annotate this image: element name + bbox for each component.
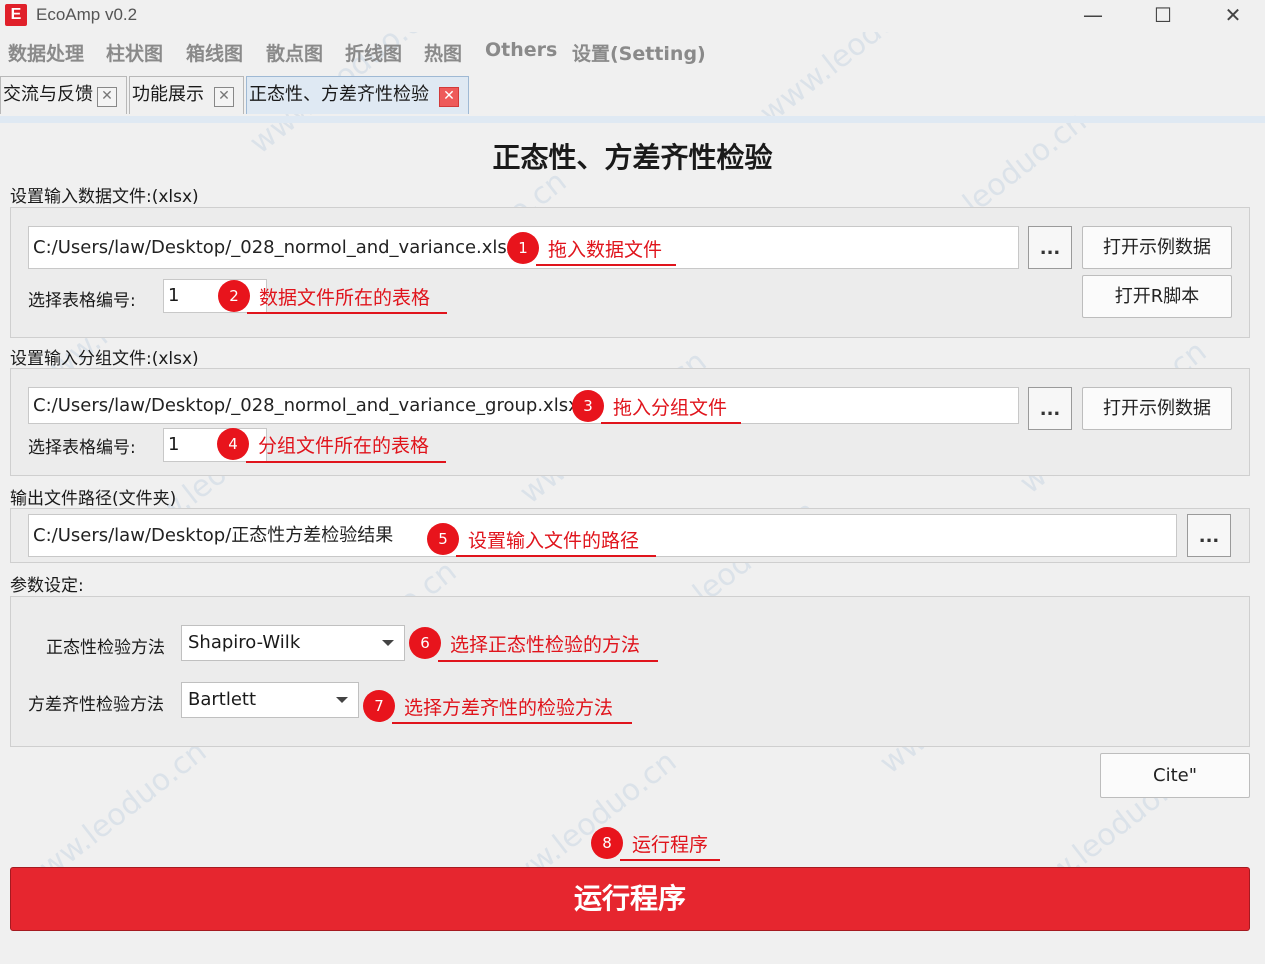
group-file-label: 设置输入分组文件:(xlsx)	[10, 349, 199, 369]
menu-data-processing[interactable]: 数据处理	[8, 39, 84, 66]
open-example-group-button[interactable]: 打开示例数据	[1082, 387, 1232, 430]
maximize-button[interactable]: ☐	[1128, 0, 1198, 32]
annotation-text: 数据文件所在的表格	[259, 287, 431, 309]
annotation-underline	[536, 264, 676, 266]
annotation-text: 拖入分组文件	[613, 397, 728, 419]
variance-method-select[interactable]: Bartlett	[181, 682, 359, 718]
normality-method-select[interactable]: Shapiro-Wilk	[181, 625, 405, 661]
open-r-script-button[interactable]: 打开R脚本	[1082, 275, 1232, 318]
menu-others[interactable]: Others	[485, 39, 557, 61]
group-file-path-input[interactable]: C:/Users/law/Desktop/_028_normol_and_var…	[28, 387, 1019, 424]
menu-line-chart[interactable]: 折线图	[345, 39, 402, 66]
tab-close-icon[interactable]: ✕	[439, 87, 459, 107]
close-window-button[interactable]: ✕	[1198, 0, 1265, 32]
page-title: 正态性、方差齐性检验	[492, 141, 773, 174]
run-program-button[interactable]: 运行程序	[10, 867, 1250, 931]
data-sheet-label: 选择表格编号:	[28, 291, 136, 311]
data-file-label: 设置输入数据文件:(xlsx)	[10, 187, 199, 207]
annotation-badge: 7	[363, 690, 395, 722]
params-group	[10, 596, 1250, 747]
chevron-down-icon	[382, 640, 394, 646]
annotation-underline	[438, 660, 658, 662]
annotation-text: 分组文件所在的表格	[258, 435, 430, 457]
annotation-underline	[392, 722, 632, 724]
annotation-badge: 8	[591, 827, 623, 859]
tab-content-strip	[0, 116, 1265, 123]
window-title: EcoAmp v0.2	[36, 5, 138, 24]
output-path-label: 输出文件路径(文件夹)	[10, 489, 177, 509]
menu-heatmap[interactable]: 热图	[424, 39, 462, 66]
group-sheet-spinbox[interactable]: 1	[163, 428, 267, 462]
annotation-badge: 6	[409, 627, 441, 659]
open-example-data-button[interactable]: 打开示例数据	[1082, 226, 1232, 269]
annotation-text: 选择正态性检验的方法	[450, 634, 641, 656]
data-file-browse-button[interactable]: ...	[1028, 226, 1072, 269]
tab-close-icon[interactable]: ✕	[97, 87, 117, 107]
annotation-badge: 5	[427, 523, 459, 555]
annotation-underline	[247, 312, 447, 314]
annotation-text: 选择方差齐性的检验方法	[404, 697, 614, 719]
tab-close-icon[interactable]: ✕	[214, 87, 234, 107]
minimize-button[interactable]: —	[1058, 0, 1128, 32]
annotation-underline	[456, 555, 656, 557]
annotation-badge: 1	[507, 232, 539, 264]
title-bar: E EcoAmp v0.2 — ☐ ✕	[0, 0, 1265, 32]
menu-bar-chart[interactable]: 柱状图	[106, 39, 163, 66]
menu-scatter-plot[interactable]: 散点图	[266, 39, 323, 66]
annotation-text: 设置输入文件的路径	[468, 530, 640, 552]
app-logo-icon: E	[5, 4, 27, 26]
variance-method-label: 方差齐性检验方法	[28, 695, 164, 715]
data-sheet-spinbox[interactable]: 1	[163, 279, 267, 313]
menu-bar: 数据处理 柱状图 箱线图 散点图 折线图 热图 Others 设置(Settin…	[0, 34, 1265, 68]
params-label: 参数设定:	[10, 576, 84, 596]
group-sheet-label: 选择表格编号:	[28, 438, 136, 458]
annotation-text: 拖入数据文件	[548, 239, 663, 261]
normality-method-label: 正态性检验方法	[46, 638, 165, 658]
tab-bar: 交流与反馈 ✕ 功能展示 ✕ 正态性、方差齐性检验 ✕	[0, 72, 1265, 118]
variance-method-value: Bartlett	[188, 689, 257, 710]
chevron-down-icon	[336, 697, 348, 703]
annotation-underline	[620, 859, 720, 861]
annotation-badge: 2	[218, 280, 250, 312]
annotation-badge: 3	[572, 390, 604, 422]
tab-features[interactable]: 功能展示 ✕	[129, 76, 244, 114]
tab-label: 功能展示	[132, 84, 204, 105]
menu-settings[interactable]: 设置(Setting)	[572, 39, 706, 66]
annotation-text: 运行程序	[632, 834, 709, 856]
tab-feedback[interactable]: 交流与反馈 ✕	[0, 76, 127, 114]
annotation-badge: 4	[217, 428, 249, 460]
tab-normality-test[interactable]: 正态性、方差齐性检验 ✕	[246, 76, 469, 114]
output-browse-button[interactable]: ...	[1187, 514, 1231, 557]
tab-label: 正态性、方差齐性检验	[249, 84, 429, 105]
group-file-browse-button[interactable]: ...	[1028, 387, 1072, 430]
cite-button[interactable]: Cite"	[1100, 753, 1250, 798]
menu-box-plot[interactable]: 箱线图	[186, 39, 243, 66]
annotation-underline	[601, 422, 741, 424]
normality-method-value: Shapiro-Wilk	[188, 632, 301, 653]
annotation-underline	[246, 461, 446, 463]
tab-label: 交流与反馈	[3, 84, 93, 105]
